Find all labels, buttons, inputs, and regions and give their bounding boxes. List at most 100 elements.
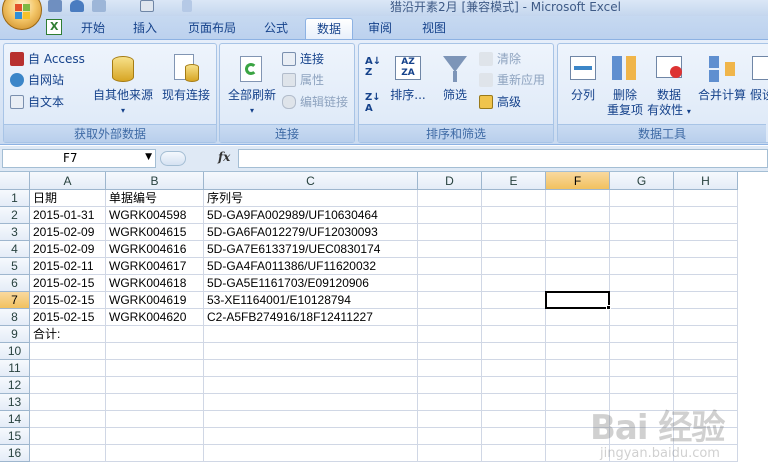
cell-g3[interactable] [610, 224, 674, 241]
cell-d10[interactable] [418, 343, 482, 360]
column-header-d[interactable]: D [418, 172, 482, 190]
cell-d2[interactable] [418, 207, 482, 224]
cell-h1[interactable] [674, 190, 738, 207]
cell-b4[interactable]: WGRK004616 [106, 241, 204, 258]
cell-h7[interactable] [674, 292, 738, 309]
cell-h11[interactable] [674, 360, 738, 377]
cell-h3[interactable] [674, 224, 738, 241]
row-header-9[interactable]: 9 [0, 326, 30, 343]
cell-a13[interactable] [30, 394, 106, 411]
cell-c6[interactable]: 5D-GA5E1161703/E09120906 [204, 275, 418, 292]
cell-b2[interactable]: WGRK004598 [106, 207, 204, 224]
cell-e8[interactable] [482, 309, 546, 326]
insert-function-icon[interactable]: fx [218, 150, 230, 164]
cell-b8[interactable]: WGRK004620 [106, 309, 204, 326]
cell-e10[interactable] [482, 343, 546, 360]
tab-home[interactable]: 开始 [72, 18, 114, 39]
cell-e16[interactable] [482, 445, 546, 462]
cell-a7[interactable]: 2015-02-15 [30, 292, 106, 309]
formula-input[interactable] [238, 149, 768, 168]
from-web-button[interactable]: 自网站 [10, 70, 64, 90]
cell-c11[interactable] [204, 360, 418, 377]
cell-b10[interactable] [106, 343, 204, 360]
quick-access-customize-icon[interactable] [182, 0, 192, 12]
text-to-columns-button[interactable]: 分列 [562, 52, 604, 103]
cell-a10[interactable] [30, 343, 106, 360]
cell-g12[interactable] [610, 377, 674, 394]
tab-view[interactable]: 视图 [412, 18, 456, 39]
cell-c14[interactable] [204, 411, 418, 428]
sort-ascending-button[interactable]: A↓ Z [365, 56, 385, 78]
row-header-13[interactable]: 13 [0, 394, 30, 411]
cell-d14[interactable] [418, 411, 482, 428]
cell-d11[interactable] [418, 360, 482, 377]
cell-a12[interactable] [30, 377, 106, 394]
cell-f7[interactable] [546, 292, 610, 309]
cell-d7[interactable] [418, 292, 482, 309]
cell-d6[interactable] [418, 275, 482, 292]
cell-e3[interactable] [482, 224, 546, 241]
row-header-5[interactable]: 5 [0, 258, 30, 275]
cell-e15[interactable] [482, 428, 546, 445]
cell-e2[interactable] [482, 207, 546, 224]
cell-a14[interactable] [30, 411, 106, 428]
cell-f1[interactable] [546, 190, 610, 207]
cell-d8[interactable] [418, 309, 482, 326]
cell-e7[interactable] [482, 292, 546, 309]
redo-icon[interactable] [92, 0, 106, 12]
cell-d12[interactable] [418, 377, 482, 394]
existing-connections-button[interactable]: 现有连接 [158, 52, 214, 103]
cell-c16[interactable] [204, 445, 418, 462]
cell-d3[interactable] [418, 224, 482, 241]
from-other-sources-button[interactable]: 自其他来源 ▾ [90, 52, 156, 118]
cell-c3[interactable]: 5D-GA6FA012279/UF12030093 [204, 224, 418, 241]
connections-button[interactable]: 连接 [282, 49, 324, 69]
name-box[interactable]: F7 ▼ [2, 149, 156, 168]
tab-insert[interactable]: 插入 [124, 18, 166, 39]
tab-data[interactable]: 数据 [305, 18, 353, 39]
column-header-b[interactable]: B [106, 172, 204, 190]
cell-f2[interactable] [546, 207, 610, 224]
from-text-button[interactable]: 自文本 [10, 92, 64, 112]
cell-a5[interactable]: 2015-02-11 [30, 258, 106, 275]
cell-a11[interactable] [30, 360, 106, 377]
cell-f10[interactable] [546, 343, 610, 360]
cell-h9[interactable] [674, 326, 738, 343]
column-header-f[interactable]: F [546, 172, 610, 190]
row-header-2[interactable]: 2 [0, 207, 30, 224]
data-validation-button[interactable]: 数据 有效性 ▾ [646, 52, 692, 119]
sort-descending-button[interactable]: Z↓ A [365, 92, 385, 114]
cell-b14[interactable] [106, 411, 204, 428]
row-header-4[interactable]: 4 [0, 241, 30, 258]
cell-b13[interactable] [106, 394, 204, 411]
clear-button[interactable]: 清除 [479, 49, 521, 69]
cell-a8[interactable]: 2015-02-15 [30, 309, 106, 326]
tab-review[interactable]: 审阅 [358, 18, 402, 39]
cell-f3[interactable] [546, 224, 610, 241]
row-header-11[interactable]: 11 [0, 360, 30, 377]
cell-f4[interactable] [546, 241, 610, 258]
cell-c13[interactable] [204, 394, 418, 411]
cell-e11[interactable] [482, 360, 546, 377]
reapply-button[interactable]: 重新应用 [479, 70, 545, 90]
cell-a2[interactable]: 2015-01-31 [30, 207, 106, 224]
column-header-h[interactable]: H [674, 172, 738, 190]
cell-e9[interactable] [482, 326, 546, 343]
cell-h4[interactable] [674, 241, 738, 258]
filter-button[interactable]: 筛选 [435, 52, 475, 103]
cell-b3[interactable]: WGRK004615 [106, 224, 204, 241]
cell-f6[interactable] [546, 275, 610, 292]
remove-duplicates-button[interactable]: 删除 重复项 [604, 52, 646, 118]
from-access-button[interactable]: 自 Access [10, 49, 85, 69]
cell-g8[interactable] [610, 309, 674, 326]
row-header-14[interactable]: 14 [0, 411, 30, 428]
what-if-analysis-button[interactable]: 假设 [750, 52, 768, 103]
cell-h8[interactable] [674, 309, 738, 326]
edit-links-button[interactable]: 编辑链接 [282, 92, 348, 112]
cell-g6[interactable] [610, 275, 674, 292]
cell-b12[interactable] [106, 377, 204, 394]
row-header-3[interactable]: 3 [0, 224, 30, 241]
cell-g7[interactable] [610, 292, 674, 309]
formula-splitter[interactable] [160, 151, 186, 166]
cell-e1[interactable] [482, 190, 546, 207]
